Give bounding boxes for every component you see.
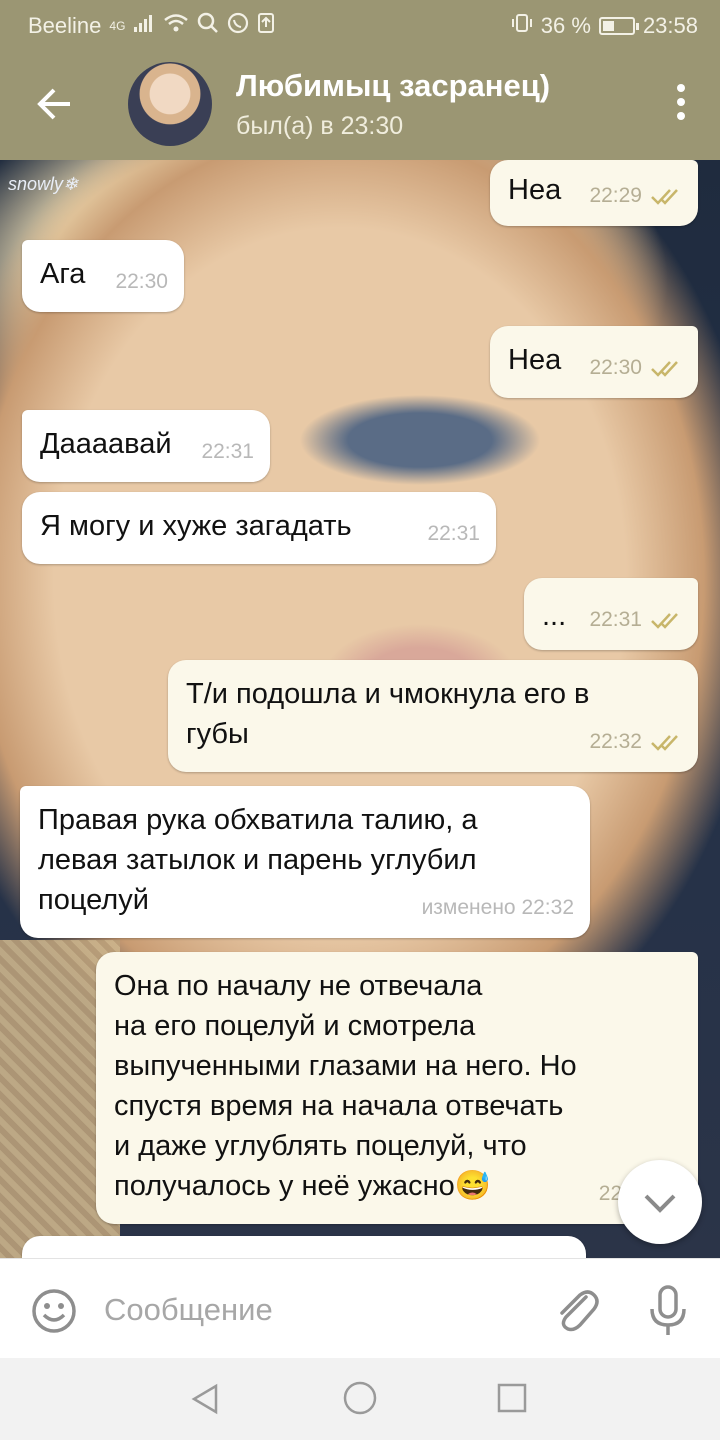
chat-header: Любимыц засранец) был(а) в 23:30 — [0, 48, 720, 160]
back-button[interactable] — [26, 78, 84, 130]
nav-home-icon[interactable] — [342, 1380, 378, 1416]
nav-back-icon[interactable] — [188, 1382, 222, 1416]
smiley-icon — [32, 1289, 76, 1333]
chevron-down-icon — [644, 1194, 676, 1213]
message-meta: 22:29 — [589, 176, 682, 216]
message-bubble[interactable]: Ага 22:30 — [22, 240, 184, 312]
whatsapp-notification-icon — [227, 12, 249, 39]
attach-button[interactable] — [552, 1283, 600, 1335]
message-bubble[interactable]: Даааавай 22:31 — [22, 410, 270, 482]
emoji-button[interactable] — [30, 1287, 78, 1335]
message-time: 22:31 — [427, 522, 480, 545]
message-time: 22:30 — [589, 356, 642, 379]
message-edited-time: изменено 22:32 — [421, 896, 574, 919]
message-bubble[interactable]: Она по началу не отвечала на его поцелуй… — [96, 952, 698, 1224]
message-composer — [0, 1258, 720, 1358]
upload-notification-icon — [257, 12, 275, 39]
system-navigation-bar — [0, 1358, 720, 1440]
message-meta: 22:31 — [201, 432, 254, 472]
dot — [677, 112, 685, 120]
network-type: 4G — [109, 18, 126, 33]
dot — [677, 84, 685, 92]
double-check-icon — [651, 189, 678, 205]
microphone-button[interactable] — [646, 1283, 690, 1339]
battery-icon — [598, 16, 639, 35]
message-meta: 22:30 — [589, 348, 682, 388]
message-time: 22:31 — [589, 608, 642, 631]
message-bubble[interactable]: Неа 22:30 — [490, 326, 698, 398]
double-check-icon — [651, 735, 678, 751]
message-meta: 22:31 — [589, 600, 682, 640]
message-bubble[interactable]: Я могу и хуже загадать 22:31 — [22, 492, 496, 564]
vibrate-icon — [511, 12, 533, 39]
double-check-icon — [651, 613, 678, 629]
arrow-left-icon — [37, 88, 70, 120]
nav-recent-apps-icon[interactable] — [496, 1382, 528, 1414]
message-time: 22:30 — [115, 270, 168, 293]
signal-icon — [133, 13, 155, 38]
dot — [677, 98, 685, 106]
message-time: 22:32 — [589, 730, 642, 753]
message-bubble[interactable]: Т/и подошла и чмокнула его в губы 22:32 — [168, 660, 698, 772]
microphone-icon — [650, 1285, 686, 1335]
message-bubble[interactable]: Правая рука обхватила талию, а левая зат… — [20, 786, 590, 938]
wifi-icon — [163, 13, 189, 38]
message-meta: изменено 22:32 — [422, 888, 574, 928]
more-options-button[interactable] — [674, 84, 688, 128]
message-meta: 22:31 — [427, 514, 480, 554]
search-notification-icon — [197, 12, 219, 39]
paperclip-icon — [560, 1290, 599, 1332]
message-meta: 22:30 — [115, 262, 168, 302]
scroll-down-button[interactable] — [618, 1160, 702, 1244]
clock: 23:58 — [642, 12, 698, 38]
chat-title[interactable]: Любимыц засранец) — [236, 68, 550, 104]
battery-fill — [602, 20, 615, 31]
double-check-icon — [651, 361, 678, 377]
wallpaper-watermark: snowly❄ — [8, 174, 79, 194]
message-time: 22:31 — [201, 440, 254, 463]
status-bar: Beeline 4G 36 % 23:58 — [0, 0, 720, 48]
message-text: Она по началу не отвечала на его поцелуй… — [114, 970, 577, 1202]
carrier-name: Beeline — [28, 12, 102, 38]
chat-area[interactable]: snowly❄ Неа 22:29 Ага 22:30 Неа 22:30 Да… — [0, 160, 720, 1258]
message-text: Я могу и хуже загадать — [40, 510, 352, 542]
message-input[interactable] — [104, 1285, 524, 1335]
message-meta: 22:32 — [589, 722, 682, 762]
last-seen-status: был(а) в 23:30 — [236, 112, 404, 140]
message-bubble[interactable]: ... 22:31 — [524, 578, 698, 650]
battery-percent: 36 % — [540, 12, 591, 38]
message-bubble-partial[interactable] — [22, 1236, 586, 1258]
message-bubble[interactable]: Неа 22:29 — [490, 160, 698, 226]
message-time: 22:29 — [589, 184, 642, 207]
avatar[interactable] — [128, 62, 212, 146]
